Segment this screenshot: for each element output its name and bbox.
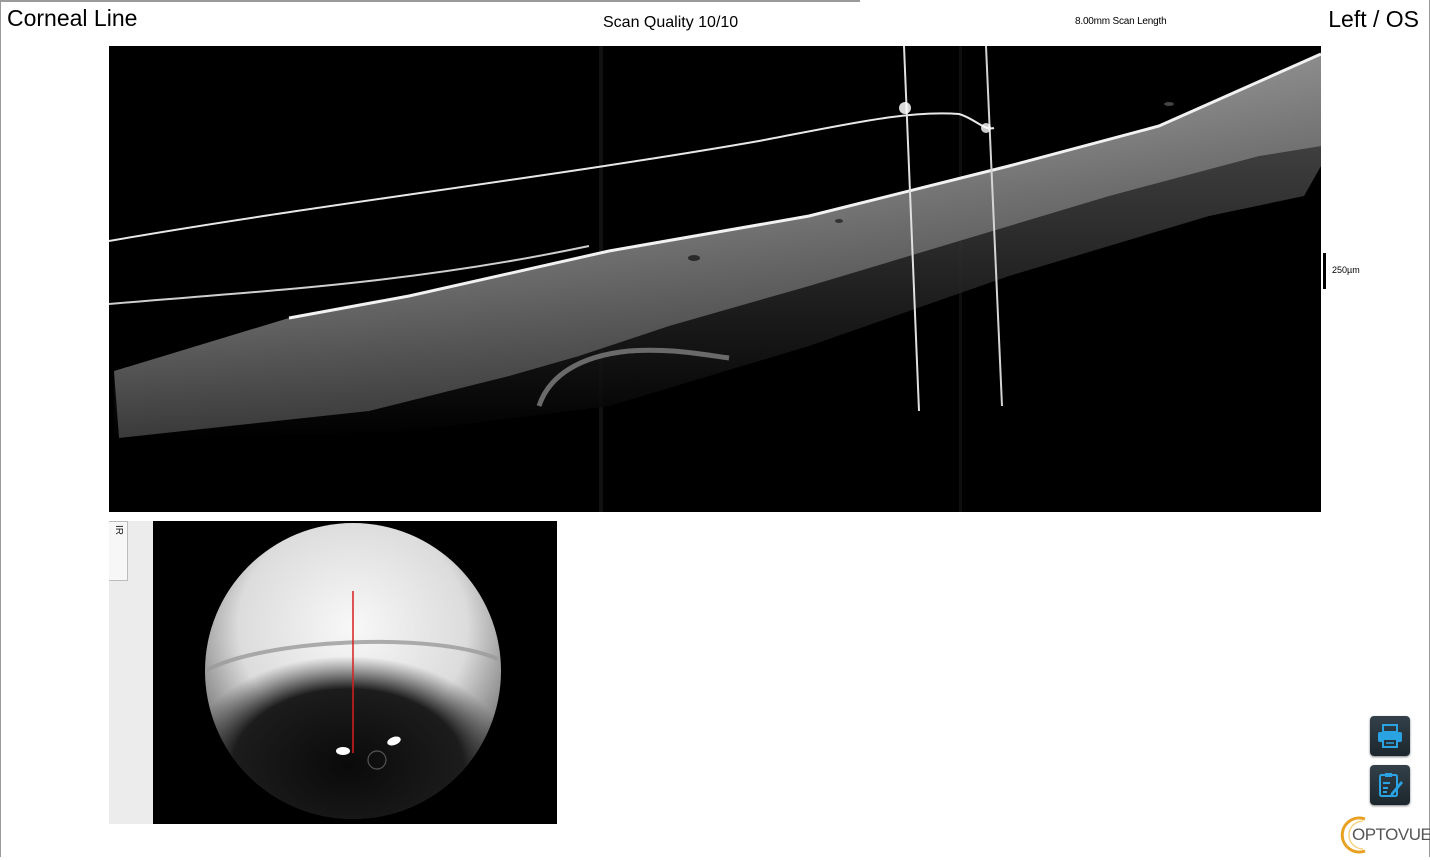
ir-eye-image[interactable] [153,521,557,829]
scale-bar-label: 250µm [1332,265,1360,275]
scan-title: Corneal Line [7,5,138,31]
oct-bscan-image[interactable] [109,46,1321,512]
tab-ir-label: IR [113,525,124,535]
window-left-border [0,0,1,857]
clipboard-edit-icon [1379,773,1403,797]
report-button[interactable] [1370,765,1410,805]
scan-quality-label: Scan Quality 10/10 [603,14,739,31]
scale-bar [1323,253,1326,289]
eye-laterality-label: Left / OS [1328,6,1419,32]
window-top-border [0,0,860,2]
printer-icon [1378,724,1402,748]
optovue-logo-text: OPTOVUE [1352,825,1430,844]
print-button[interactable] [1370,716,1410,756]
scan-length-label: 8.00mm Scan Length [1075,16,1167,27]
